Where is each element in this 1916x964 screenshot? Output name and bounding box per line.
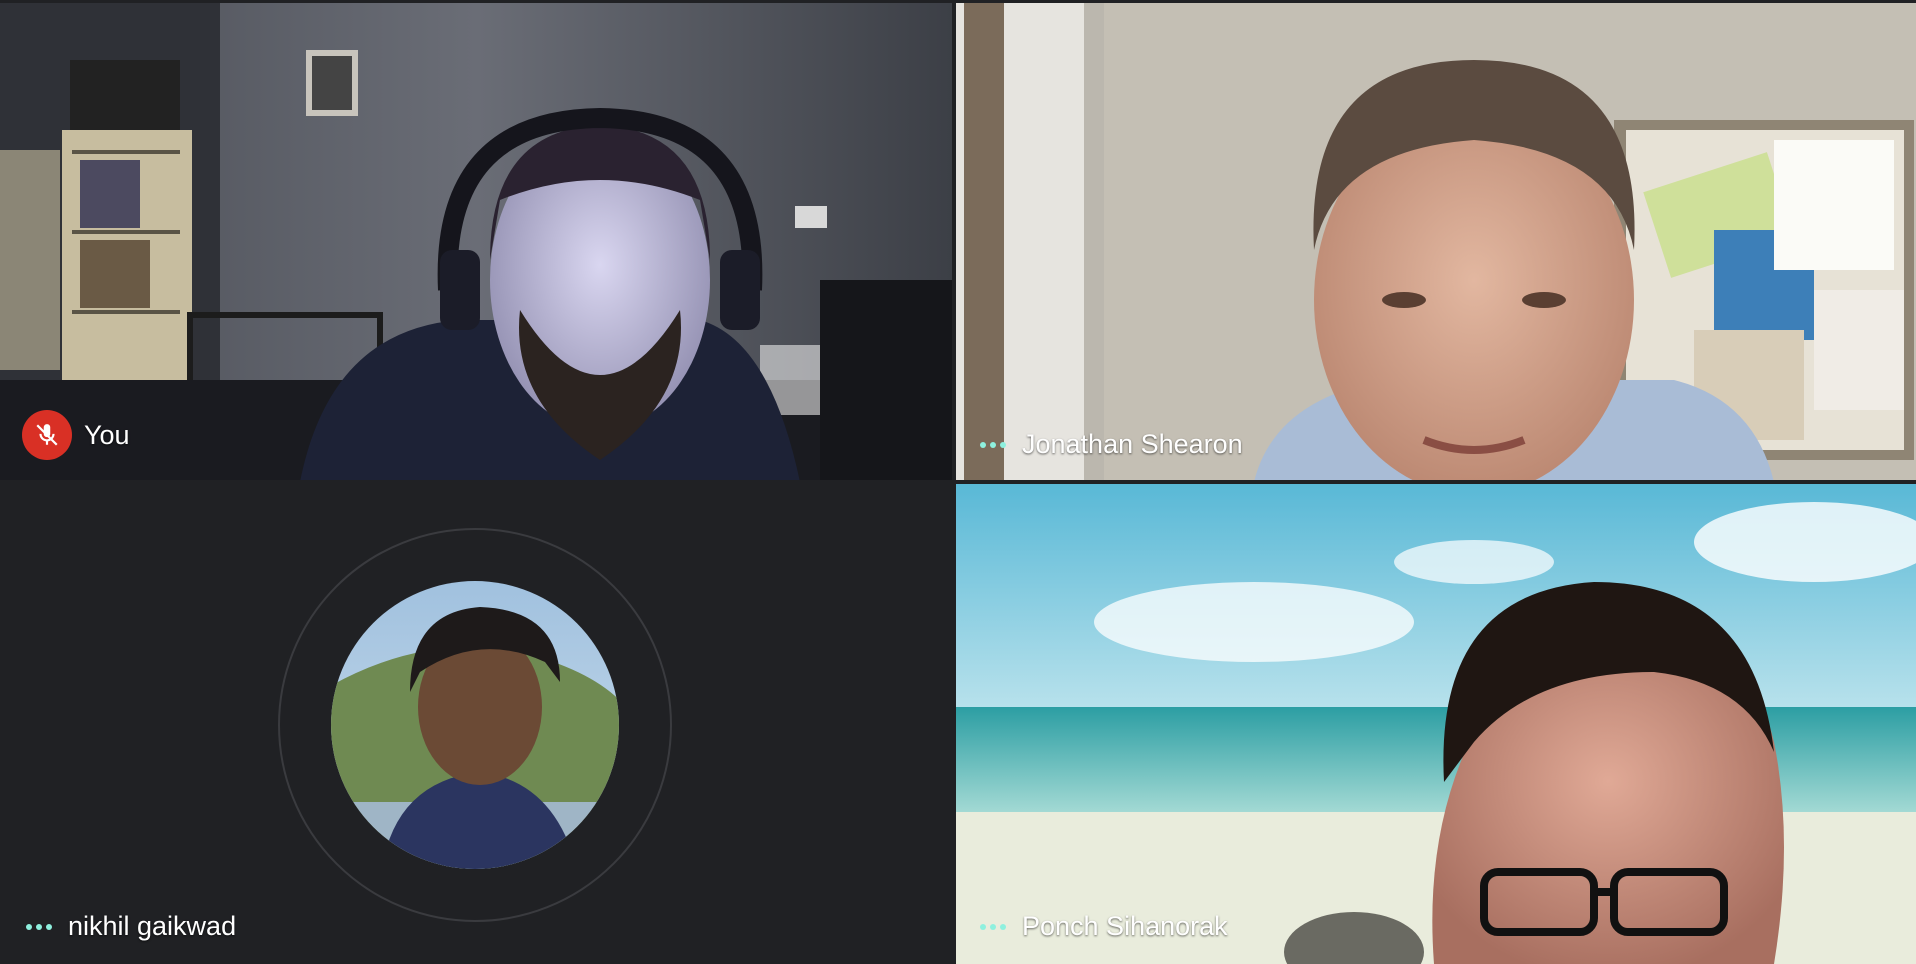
participant-tile-ponch-sihanorak[interactable]: Ponch Sihanorak — [954, 482, 1916, 964]
avatar — [278, 528, 672, 922]
more-dots-icon — [976, 923, 1010, 930]
participant-name: nikhil gaikwad — [68, 911, 237, 941]
nameplate-ponch-sihanorak: Ponch Sihanorak — [976, 911, 1228, 942]
participant-name: You — [84, 419, 130, 450]
nameplate-you: You — [22, 410, 130, 460]
nameplate-nikhil-gaikwad: nikhil gaikwad — [22, 911, 236, 942]
nameplate-jonathan-shearon: Jonathan Shearon — [976, 429, 1243, 460]
participant-name: Ponch Sihanorak — [1022, 911, 1228, 941]
video-feed-ponch-sihanorak — [954, 482, 1916, 964]
mic-off-icon — [22, 410, 72, 460]
more-dots-icon — [22, 923, 56, 930]
participant-tile-you[interactable]: You — [0, 0, 954, 482]
participant-tile-nikhil-gaikwad[interactable]: nikhil gaikwad — [0, 482, 954, 964]
video-feed-you — [0, 0, 954, 482]
grid-divider-horizontal — [0, 480, 1916, 484]
participant-name: Jonathan Shearon — [1022, 429, 1243, 459]
more-dots-icon — [976, 441, 1010, 448]
video-feed-jonathan-shearon — [954, 0, 1916, 482]
top-border — [0, 0, 1916, 3]
participant-tile-jonathan-shearon[interactable]: Jonathan Shearon — [954, 0, 1916, 482]
